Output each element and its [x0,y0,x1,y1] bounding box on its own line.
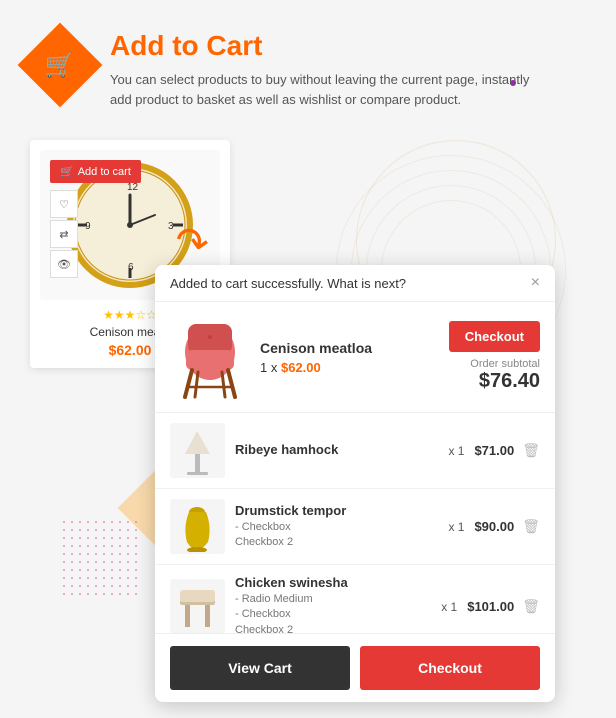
popup-close-button[interactable]: × [531,275,540,291]
item2-qty: x 1 [448,520,464,534]
list-item: Drumstick tempor - Checkbox Checkbox 2 x… [155,489,555,565]
item3-qty: x 1 [441,600,457,614]
page-description: You can select products to buy without l… [110,70,530,109]
item3-image [170,579,225,633]
qty-x: x [271,360,281,375]
header: 🛒 Add to Cart You can select products to… [0,0,616,119]
item3-name: Chicken swinesha [235,575,431,590]
popup-main-item-name: Cenison meatloa [260,340,449,356]
side-actions: ♡ ⇄ 👁 [50,190,78,278]
view-cart-button[interactable]: View Cart [170,646,350,690]
item3-info: Chicken swinesha - Radio Medium - Checkb… [235,575,431,633]
wishlist-button[interactable]: ♡ [50,190,78,218]
svg-text:12: 12 [127,182,139,193]
cart-btn-icon: 🛒 [60,165,74,178]
checkout-footer-button[interactable]: Checkout [360,646,540,690]
quickview-button[interactable]: 👁 [50,250,78,278]
header-text: Add to Cart You can select products to b… [110,30,530,109]
item3-delete-button[interactable]: 🗑 [522,598,540,615]
popup-header: Added to cart successfully. What is next… [155,265,555,302]
svg-text:3: 3 [168,221,174,232]
list-item: Ribeye hamhock x 1 $71.00 🗑 [155,413,555,489]
item1-delete-button[interactable]: 🗑 [522,442,540,459]
cart-icon-diamond: 🛒 [18,23,103,108]
list-item: Chicken swinesha - Radio Medium - Checkb… [155,565,555,633]
popup-subtotal: Order subtotal $76.40 [470,358,540,393]
popup-checkout-button[interactable]: Checkout [449,321,540,352]
add-to-cart-label: Add to cart [78,166,131,178]
page-title: Add to Cart [110,30,530,62]
popup-main-item-price: $62.00 [281,360,321,375]
item1-price: $71.00 [474,443,514,458]
svg-text:6: 6 [128,262,134,273]
popup-subtotal-label: Order subtotal [470,358,540,370]
item1-qty: x 1 [448,444,464,458]
add-to-cart-button[interactable]: 🛒 Add to cart [50,160,141,183]
item3-price: $101.00 [467,599,514,614]
item2-variant: - Checkbox Checkbox 2 [235,520,438,551]
popup-main-item-details: Cenison meatloa 1 x $62.00 [260,340,449,375]
popup-top-right: Checkout Order subtotal $76.40 [449,321,540,393]
svg-text:9: 9 [85,221,91,232]
popup-main-item-qty-price: 1 x $62.00 [260,360,449,375]
cart-icon-symbol: 🛒 [45,50,75,79]
chair-image [170,312,250,402]
item3-variant: - Radio Medium - Checkbox Checkbox 2 [235,592,431,633]
item2-price: $90.00 [474,519,514,534]
popup-header-text: Added to cart successfully. What is next… [170,276,406,291]
item1-image [170,423,225,478]
item1-name: Ribeye hamhock [235,442,438,457]
item2-info: Drumstick tempor - Checkbox Checkbox 2 [235,503,438,551]
item1-info: Ribeye hamhock [235,442,438,459]
cart-popup: Added to cart successfully. What is next… [155,265,555,702]
popup-footer: View Cart Checkout [155,633,555,702]
bg-dots-pink [60,518,140,598]
item2-image [170,499,225,554]
popup-main-item-row: Cenison meatloa 1 x $62.00 Checkout Orde… [155,302,555,413]
popup-subtotal-value: $76.40 [470,370,540,393]
compare-button[interactable]: ⇄ [50,220,78,248]
popup-main-item-qty: 1 [260,360,267,375]
popup-items-list: Ribeye hamhock x 1 $71.00 🗑 Drumstick te… [155,413,555,633]
item2-name: Drumstick tempor [235,503,438,518]
item2-delete-button[interactable]: 🗑 [522,518,540,535]
